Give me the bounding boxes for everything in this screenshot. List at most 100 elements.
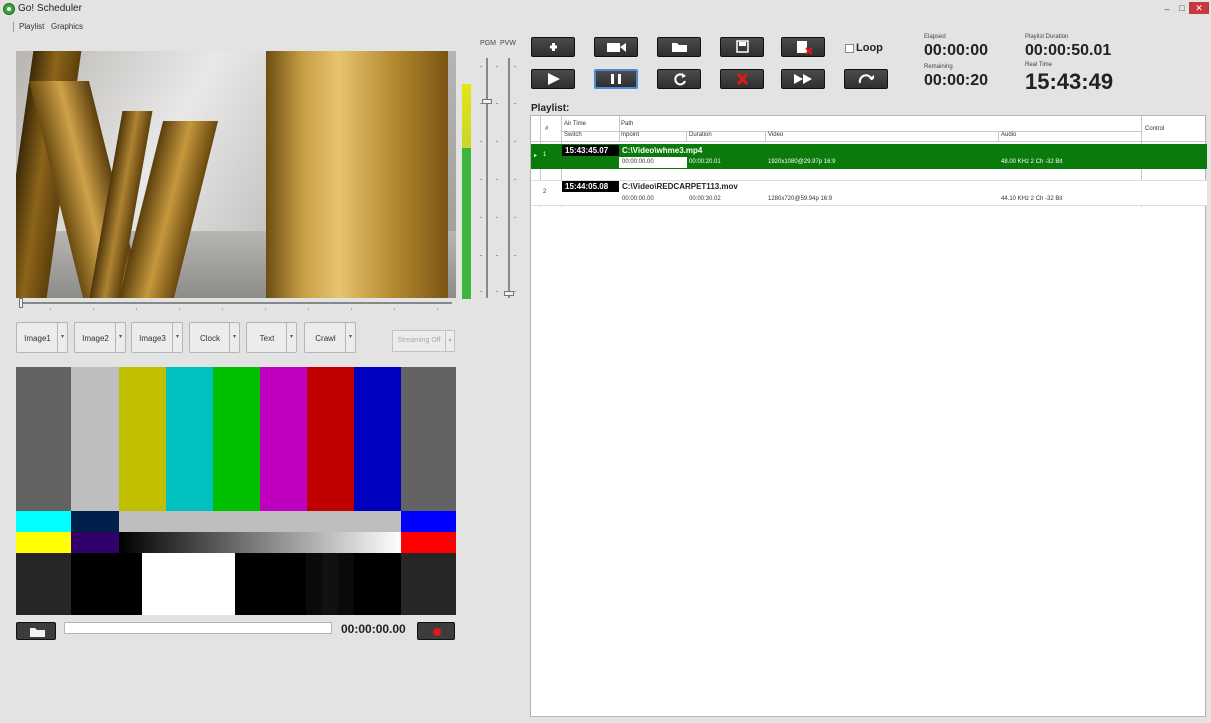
fader-tick: [514, 255, 516, 256]
fader-tick: [480, 103, 482, 104]
seek-tick: [50, 308, 51, 310]
image3-label: Image3: [139, 334, 166, 343]
fader-tick: [496, 66, 498, 67]
skip-button[interactable]: [844, 69, 888, 89]
pgm-label: PGM: [480, 40, 496, 47]
pgm-fader-track[interactable]: [486, 58, 488, 298]
chevron-down-icon[interactable]: ▾: [345, 323, 355, 352]
row-duration: 00:00:20.01: [689, 159, 721, 165]
crawl-button[interactable]: Crawl ▾: [304, 322, 356, 353]
menu-playlist[interactable]: Playlist: [19, 22, 44, 31]
elapsed-label: Elapsed: [924, 34, 946, 40]
header-inpoint: Inpoint: [621, 132, 640, 138]
record-timecode: 00:00:00.00: [341, 622, 406, 636]
row-audio: 44.10 KHz 2 Ch -32 Bit: [1001, 196, 1063, 202]
streaming-button[interactable]: Streaming Off ▾: [392, 330, 455, 352]
row-audio: 48.00 KHz 2 Ch -32 Bit: [1001, 159, 1063, 165]
crawl-label: Crawl: [315, 334, 336, 343]
stop-icon: [736, 72, 749, 86]
seek-track[interactable]: [20, 302, 452, 304]
row-air-time: 15:43:45.07: [562, 145, 619, 156]
header-duration: Duration: [689, 132, 712, 138]
add-icon: [550, 43, 557, 51]
menu-graphics[interactable]: Graphics: [51, 22, 83, 31]
play-icon: [548, 73, 560, 85]
remaining-time: 00:00:20: [924, 72, 989, 89]
header-path: Path: [621, 121, 634, 127]
row-video: 1280x720@59.94p 16:9: [768, 196, 833, 202]
fader-tick: [496, 217, 498, 218]
fader-tick: [496, 141, 498, 142]
stop-button[interactable]: [720, 69, 764, 89]
chevron-down-icon[interactable]: ▾: [286, 323, 296, 352]
seek-tick: [308, 308, 309, 310]
image3-button[interactable]: Image3 ▾: [131, 322, 183, 353]
header-switch: Switch: [564, 132, 582, 138]
elapsed-time: 00:00:00: [924, 42, 989, 59]
live-input-button[interactable]: [594, 37, 638, 57]
image1-label: Image1: [24, 334, 51, 343]
fader-tick: [514, 141, 516, 142]
clock-label: Clock: [199, 334, 220, 343]
fader-tick: [514, 217, 516, 218]
image2-label: Image2: [82, 334, 109, 343]
fader-tick: [480, 291, 482, 292]
title-bar: [0, 0, 1211, 20]
chevron-down-icon[interactable]: ▾: [172, 323, 182, 352]
minimize-icon[interactable]: –: [1162, 4, 1172, 14]
row-num: 2: [543, 189, 547, 195]
row-expand-icon[interactable]: ▸: [534, 152, 537, 159]
seek-handle[interactable]: [19, 298, 23, 308]
chevron-down-icon[interactable]: ▾: [57, 323, 67, 352]
image2-button[interactable]: Image2 ▾: [74, 322, 126, 353]
header-audio: Audio: [1001, 132, 1017, 138]
fader-tick: [480, 141, 482, 142]
record-button[interactable]: [417, 622, 455, 640]
row-path: C:\Video\whme3.mp4: [622, 146, 703, 155]
pause-button[interactable]: [594, 69, 638, 89]
playlist-duration-label: Playlist Duration: [1025, 34, 1069, 40]
seek-tick: [222, 308, 223, 310]
image1-button[interactable]: Image1 ▾: [16, 322, 68, 353]
fader-tick: [496, 255, 498, 256]
restart-icon: [674, 73, 686, 86]
fader-tick: [514, 291, 516, 292]
maximize-icon[interactable]: □: [1177, 3, 1187, 13]
record-path-input[interactable]: [64, 622, 332, 634]
fast-forward-icon: [794, 74, 812, 84]
chevron-down-icon[interactable]: ▾: [445, 331, 454, 351]
seek-tick: [351, 308, 352, 310]
play-button[interactable]: [531, 69, 575, 89]
restart-button[interactable]: [657, 69, 701, 89]
pgm-fader-handle[interactable]: [482, 99, 492, 104]
real-time-clock: 15:43:49: [1025, 69, 1114, 94]
close-icon[interactable]: ✕: [1189, 2, 1209, 14]
fader-tick: [514, 66, 516, 67]
header-video: Video: [768, 132, 784, 138]
save-button[interactable]: [720, 37, 764, 57]
skip-icon: [858, 74, 874, 84]
pvw-fader-handle[interactable]: [504, 291, 514, 296]
window-title: Go! Scheduler: [18, 3, 82, 14]
fader-tick: [514, 103, 516, 104]
open-button[interactable]: [657, 37, 701, 57]
clear-playlist-button[interactable]: [781, 37, 825, 57]
text-label: Text: [259, 334, 275, 343]
fast-forward-button[interactable]: [781, 69, 825, 89]
clear-playlist-icon: [797, 41, 813, 55]
pvw-fader-track[interactable]: [508, 58, 510, 298]
row-air-time: 15:44:05.08: [562, 181, 619, 192]
add-button[interactable]: [531, 37, 575, 57]
chevron-down-icon[interactable]: ▾: [229, 323, 239, 352]
chevron-down-icon[interactable]: ▾: [115, 323, 125, 352]
row-duration: 00:00:30.02: [689, 196, 721, 202]
seek-tick: [179, 308, 180, 310]
text-button[interactable]: Text ▾: [246, 322, 297, 353]
program-video-preview: [16, 51, 456, 298]
clock-button[interactable]: Clock ▾: [189, 322, 240, 353]
loop-checkbox[interactable]: [845, 44, 854, 53]
record-icon: [433, 628, 441, 636]
record-folder-button[interactable]: [16, 622, 56, 640]
fader-tick: [480, 66, 482, 67]
header-num: #: [545, 126, 549, 132]
